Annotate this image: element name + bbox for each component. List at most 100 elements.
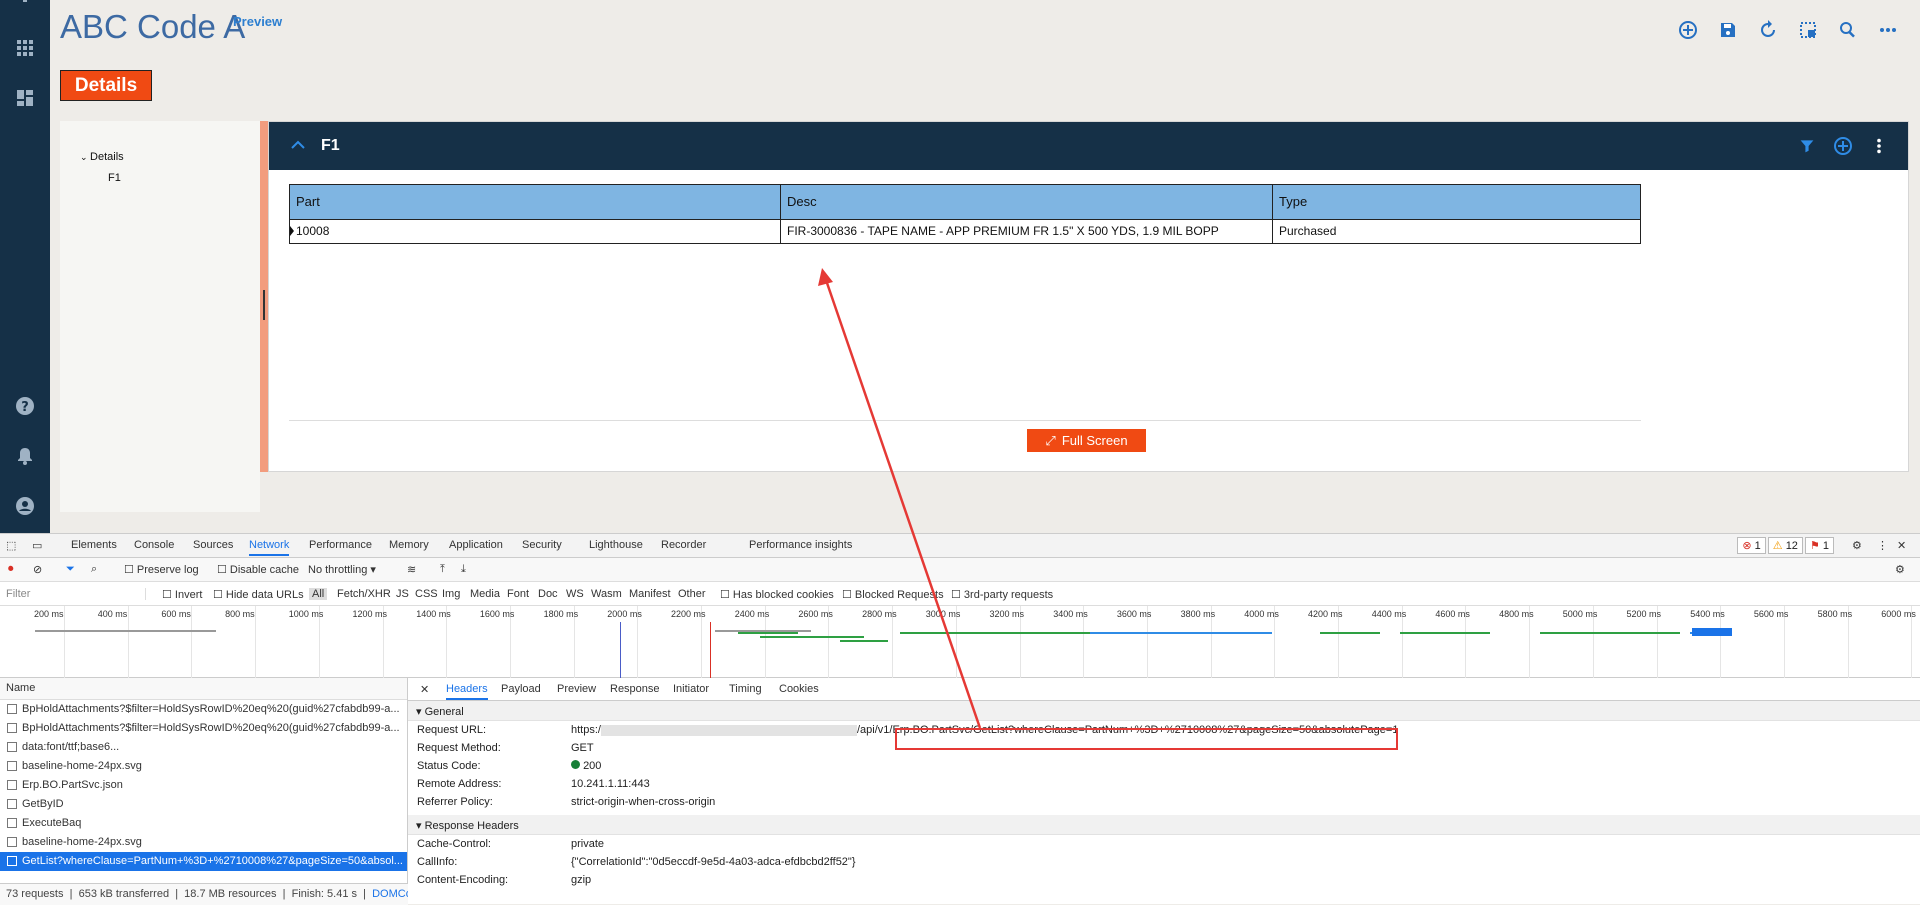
close-devtools-icon[interactable]: ✕ <box>1897 539 1906 552</box>
type-fetch-xhr[interactable]: Fetch/XHR <box>337 588 391 600</box>
layout-icon[interactable] <box>1796 18 1820 42</box>
type-img[interactable]: Img <box>442 588 460 600</box>
tab-sources[interactable]: Sources <box>193 539 233 551</box>
type-wasm[interactable]: Wasm <box>591 588 622 600</box>
tab-application[interactable]: Application <box>449 539 503 551</box>
search-icon[interactable] <box>1836 18 1860 42</box>
issues-badge[interactable]: ⚑ 1 <box>1804 537 1834 554</box>
tab-lighthouse[interactable]: Lighthouse <box>589 539 643 551</box>
column-header-type[interactable]: Type <box>1273 185 1640 219</box>
full-screen-button[interactable]: ⤢ Full Screen <box>1027 429 1146 452</box>
type-all[interactable]: All <box>309 588 328 600</box>
preserve-log-checkbox[interactable]: ☐ Preserve log <box>124 563 199 576</box>
filter-icon[interactable] <box>1796 135 1818 157</box>
record-icon[interactable]: ⏺ <box>8 563 14 576</box>
search-network-icon[interactable]: ⌕ <box>91 563 97 576</box>
network-timeline[interactable]: 200 ms 400 ms 600 ms 800 ms 1000 ms 1200 ms 14… <box>0 606 1920 678</box>
type-css[interactable]: CSS <box>415 588 438 600</box>
clear-icon[interactable]: ⊘ <box>33 563 42 576</box>
details-tab-button[interactable]: Details <box>60 70 152 101</box>
request-row[interactable]: GetByID <box>0 795 407 814</box>
save-icon[interactable] <box>1716 18 1740 42</box>
tab-preview[interactable]: Preview <box>557 683 596 695</box>
export-har-icon[interactable]: ⤓ <box>461 563 466 576</box>
network-conditions-icon[interactable]: ≋ <box>407 563 416 576</box>
disable-cache-checkbox[interactable]: ☐ Disable cache <box>217 563 299 576</box>
tab-initiator[interactable]: Initiator <box>673 683 709 695</box>
splitter-grip[interactable] <box>263 290 265 320</box>
general-section[interactable]: ▾ General <box>408 701 1920 721</box>
menu-icon[interactable] <box>13 0 37 18</box>
tab-headers[interactable]: Headers <box>446 683 488 700</box>
request-row[interactable]: Erp.BO.PartSvc.json <box>0 776 407 795</box>
bell-icon[interactable] <box>13 444 37 468</box>
filter-funnel-icon[interactable]: ⏷ <box>66 563 75 576</box>
tab-cookies[interactable]: Cookies <box>779 683 819 695</box>
tab-payload[interactable]: Payload <box>501 683 541 695</box>
tab-timing[interactable]: Timing <box>729 683 762 695</box>
invert-checkbox[interactable]: ☐ Invert <box>162 588 202 601</box>
type-media[interactable]: Media <box>470 588 500 600</box>
response-headers-section[interactable]: ▾ Response Headers <box>408 815 1920 835</box>
import-har-icon[interactable]: ⤒ <box>440 563 445 576</box>
request-row[interactable]: GetList?whereClause=PartNum+%3D+%2710008… <box>0 852 407 871</box>
request-row[interactable]: ExecuteBaq <box>0 814 407 833</box>
blocked-requests-checkbox[interactable]: ☐ Blocked Requests <box>842 588 944 601</box>
account-icon[interactable] <box>13 494 37 518</box>
warning-badge[interactable]: ⚠ 12 <box>1767 537 1803 554</box>
name-column-header[interactable]: Name <box>0 678 407 700</box>
tab-memory[interactable]: Memory <box>389 539 429 551</box>
table-row[interactable]: 10008 FIR-3000836 - TAPE NAME - APP PREM… <box>289 220 1641 244</box>
tab-security[interactable]: Security <box>522 539 562 551</box>
has-blocked-cookies-checkbox[interactable]: ☐ Has blocked cookies <box>720 588 834 601</box>
settings-icon[interactable]: ⚙ <box>1852 539 1862 552</box>
type-font[interactable]: Font <box>507 588 529 600</box>
more-icon[interactable] <box>1876 18 1900 42</box>
tab-elements[interactable]: Elements <box>71 539 117 551</box>
more-vert-icon[interactable]: ⋮ <box>1877 539 1888 552</box>
error-badge[interactable]: ⊗ 1 <box>1737 537 1766 554</box>
timeline-selected-request[interactable] <box>1692 628 1732 636</box>
inspect-icon[interactable]: ⬚ <box>6 539 16 552</box>
request-row[interactable]: BpHoldAttachments?$filter=HoldSysRowID%2… <box>0 719 407 738</box>
third-party-checkbox[interactable]: ☐ 3rd-party requests <box>951 588 1053 601</box>
type-js[interactable]: JS <box>396 588 409 600</box>
hide-data-urls-checkbox[interactable]: ☐ Hide data URLs <box>213 588 304 601</box>
help-icon[interactable]: ? <box>13 394 37 418</box>
add-icon[interactable] <box>1676 18 1700 42</box>
apps-grid-icon[interactable] <box>13 36 37 60</box>
chevron-up-icon[interactable] <box>289 136 307 154</box>
cell-desc[interactable]: FIR-3000836 - TAPE NAME - APP PREMIUM FR… <box>781 220 1273 243</box>
tab-performance[interactable]: Performance <box>309 539 372 551</box>
type-manifest[interactable]: Manifest <box>629 588 671 600</box>
timeline-label: 1200 ms <box>352 609 388 619</box>
cell-type[interactable]: Purchased <box>1273 220 1640 243</box>
device-toolbar-icon[interactable]: ▭ <box>32 539 42 552</box>
type-doc[interactable]: Doc <box>538 588 558 600</box>
request-row[interactable]: BpHoldAttachments?$filter=HoldSysRowID%2… <box>0 700 407 719</box>
issue-badges[interactable]: ⊗ 1 ⚠ 12 ⚑ 1 <box>1737 537 1834 554</box>
filter-input[interactable]: Filter <box>6 588 146 600</box>
column-header-part[interactable]: Part <box>290 185 781 219</box>
tab-response[interactable]: Response <box>610 683 660 695</box>
column-header-desc[interactable]: Desc <box>781 185 1273 219</box>
tree-node-f1[interactable]: F1 <box>108 172 121 184</box>
request-row[interactable]: data:font/ttf;base6... <box>0 738 407 757</box>
kebab-menu-icon[interactable] <box>1868 135 1890 157</box>
add-row-icon[interactable] <box>1832 135 1854 157</box>
close-details-icon[interactable]: ✕ <box>420 683 429 696</box>
throttling-select[interactable]: No throttling ▾ <box>308 563 376 576</box>
refresh-icon[interactable] <box>1756 18 1780 42</box>
network-settings-icon[interactable]: ⚙ <box>1895 563 1905 576</box>
type-ws[interactable]: WS <box>566 588 584 600</box>
dashboard-icon[interactable] <box>13 86 37 110</box>
tree-node-details[interactable]: ⌄ Details <box>80 151 124 163</box>
tab-network[interactable]: Network <box>249 539 290 556</box>
type-other[interactable]: Other <box>678 588 706 600</box>
cell-part[interactable]: 10008 <box>290 220 781 243</box>
request-row[interactable]: baseline-home-24px.svg <box>0 757 407 776</box>
tab-recorder[interactable]: Recorder <box>661 539 706 551</box>
tab-console[interactable]: Console <box>134 539 174 551</box>
tab-performance-insights[interactable]: Performance insights <box>749 539 852 551</box>
request-row[interactable]: baseline-home-24px.svg <box>0 833 407 852</box>
